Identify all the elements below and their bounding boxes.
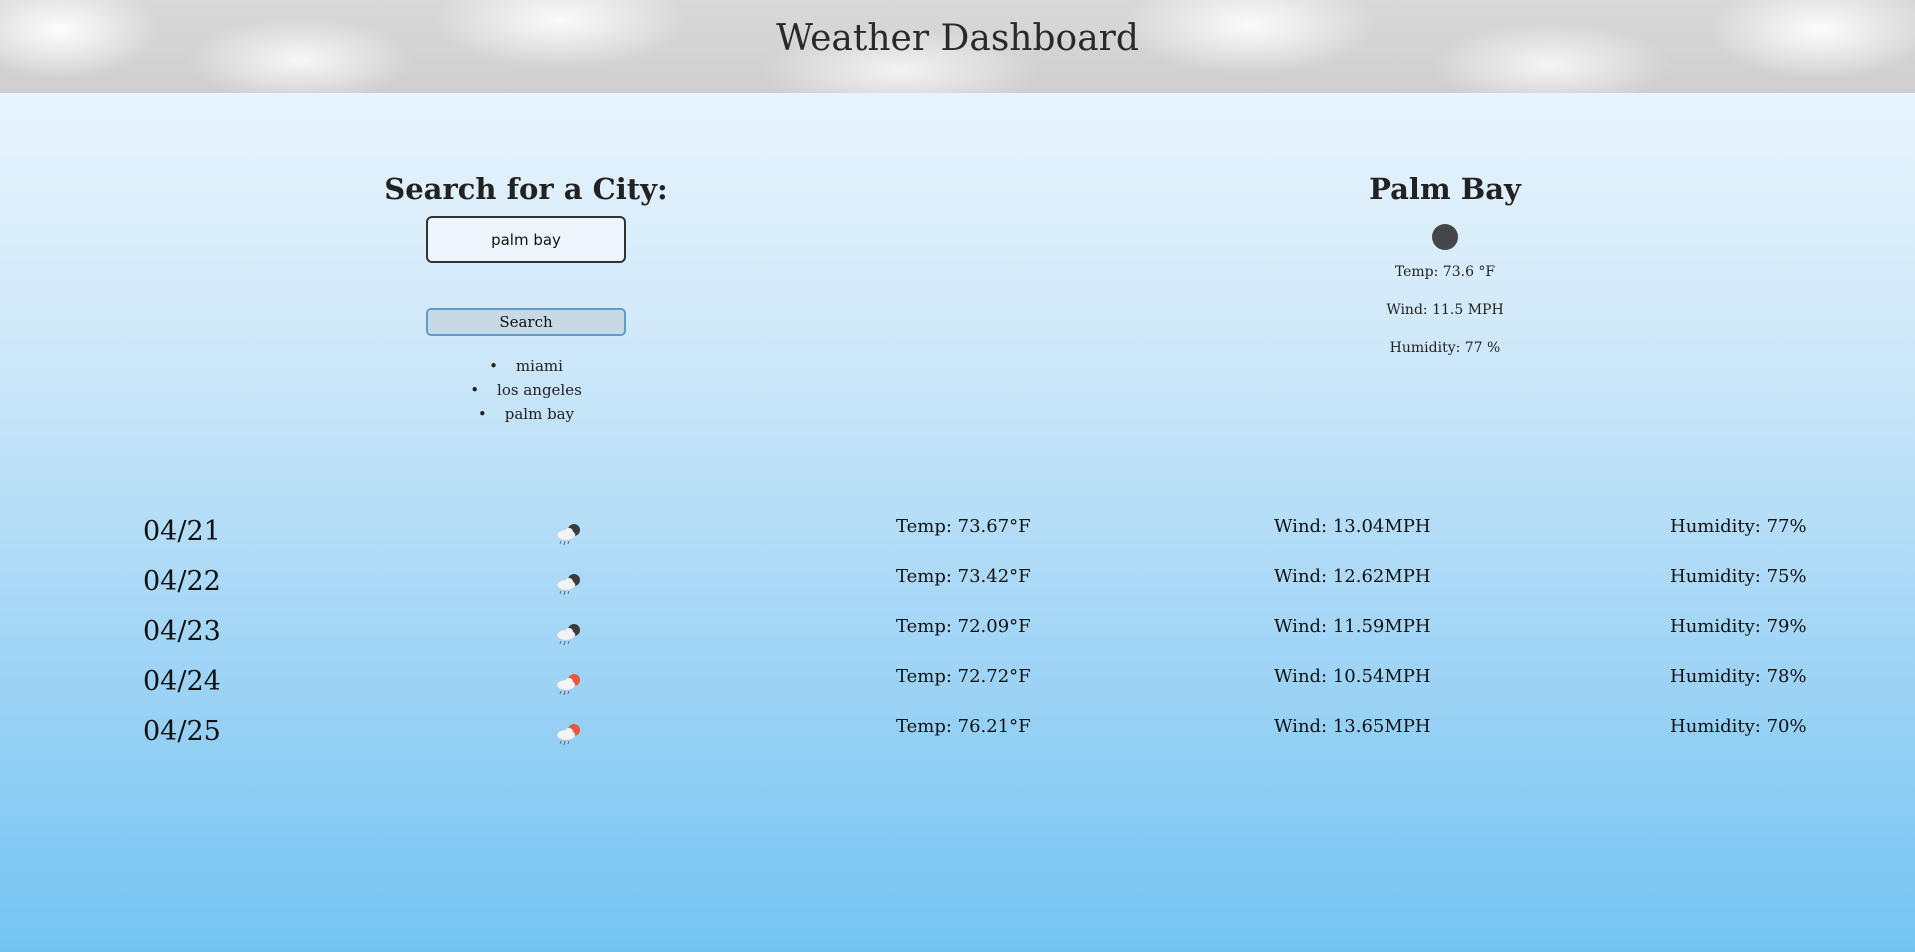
current-humidity: Humidity: 77 %: [1389, 340, 1501, 356]
forecast-temp: Temp: 72.09°F: [896, 616, 1031, 637]
forecast-temp: Temp: 73.42°F: [896, 566, 1031, 587]
forecast-date: 04/21: [143, 516, 221, 547]
forecast-date: 04/22: [143, 566, 221, 597]
forecast-humidity: Humidity: 79%: [1670, 616, 1807, 637]
search-panel: Search for a City: Search miami los ange…: [380, 172, 672, 426]
forecast-row: 04/22 Temp: 73.42°F Wind: 12.62MPH Humid…: [0, 560, 1915, 610]
forecast-wind: Wind: 13.04MPH: [1274, 516, 1431, 537]
forecast-row: 04/25 Temp: 76.21°F Wind: 13.65MPH Humid…: [0, 710, 1915, 760]
search-input[interactable]: [426, 216, 626, 263]
history-item-miami[interactable]: miami: [380, 354, 672, 378]
forecast-date: 04/25: [143, 716, 221, 747]
forecast-wind: Wind: 12.62MPH: [1274, 566, 1431, 587]
forecast-date: 04/23: [143, 616, 221, 647]
forecast-humidity: Humidity: 77%: [1670, 516, 1807, 537]
forecast-row: 04/24 Temp: 72.72°F Wind: 10.54MPH Humid…: [0, 660, 1915, 710]
current-weather: Palm Bay Temp: 73.6 °F Wind: 11.5 MPH Hu…: [1245, 172, 1645, 356]
forecast-temp: Temp: 73.67°F: [896, 516, 1031, 537]
search-button[interactable]: Search: [426, 308, 626, 336]
forecast-temp: Temp: 72.72°F: [896, 666, 1031, 687]
search-history-list: miami los angeles palm bay: [380, 354, 672, 426]
current-city-name: Palm Bay: [1369, 172, 1521, 206]
forecast-wind: Wind: 13.65MPH: [1274, 716, 1431, 737]
forecast-wind: Wind: 10.54MPH: [1274, 666, 1431, 687]
header-banner: Weather Dashboard: [0, 0, 1915, 93]
rain-day-icon: [556, 674, 580, 696]
forecast-humidity: Humidity: 75%: [1670, 566, 1807, 587]
forecast-temp: Temp: 76.21°F: [896, 716, 1031, 737]
history-item-los-angeles[interactable]: los angeles: [380, 378, 672, 402]
five-day-forecast: 04/21 Temp: 73.67°F Wind: 13.04MPH Humid…: [0, 510, 1915, 760]
forecast-row: 04/23 Temp: 72.09°F Wind: 11.59MPH Humid…: [0, 610, 1915, 660]
forecast-date: 04/24: [143, 666, 221, 697]
rain-night-icon: [556, 524, 580, 546]
search-label: Search for a City:: [384, 172, 668, 206]
history-item-palm-bay[interactable]: palm bay: [380, 402, 672, 426]
cloud-icon: [1432, 224, 1458, 250]
forecast-humidity: Humidity: 70%: [1670, 716, 1807, 737]
current-temp: Temp: 73.6 °F: [1394, 264, 1496, 280]
forecast-wind: Wind: 11.59MPH: [1274, 616, 1431, 637]
rain-night-icon: [556, 574, 580, 596]
rain-night-icon: [556, 624, 580, 646]
forecast-humidity: Humidity: 78%: [1670, 666, 1807, 687]
current-wind: Wind: 11.5 MPH: [1386, 302, 1504, 318]
page-title: Weather Dashboard: [776, 18, 1139, 59]
rain-day-icon: [556, 724, 580, 746]
forecast-row: 04/21 Temp: 73.67°F Wind: 13.04MPH Humid…: [0, 510, 1915, 560]
